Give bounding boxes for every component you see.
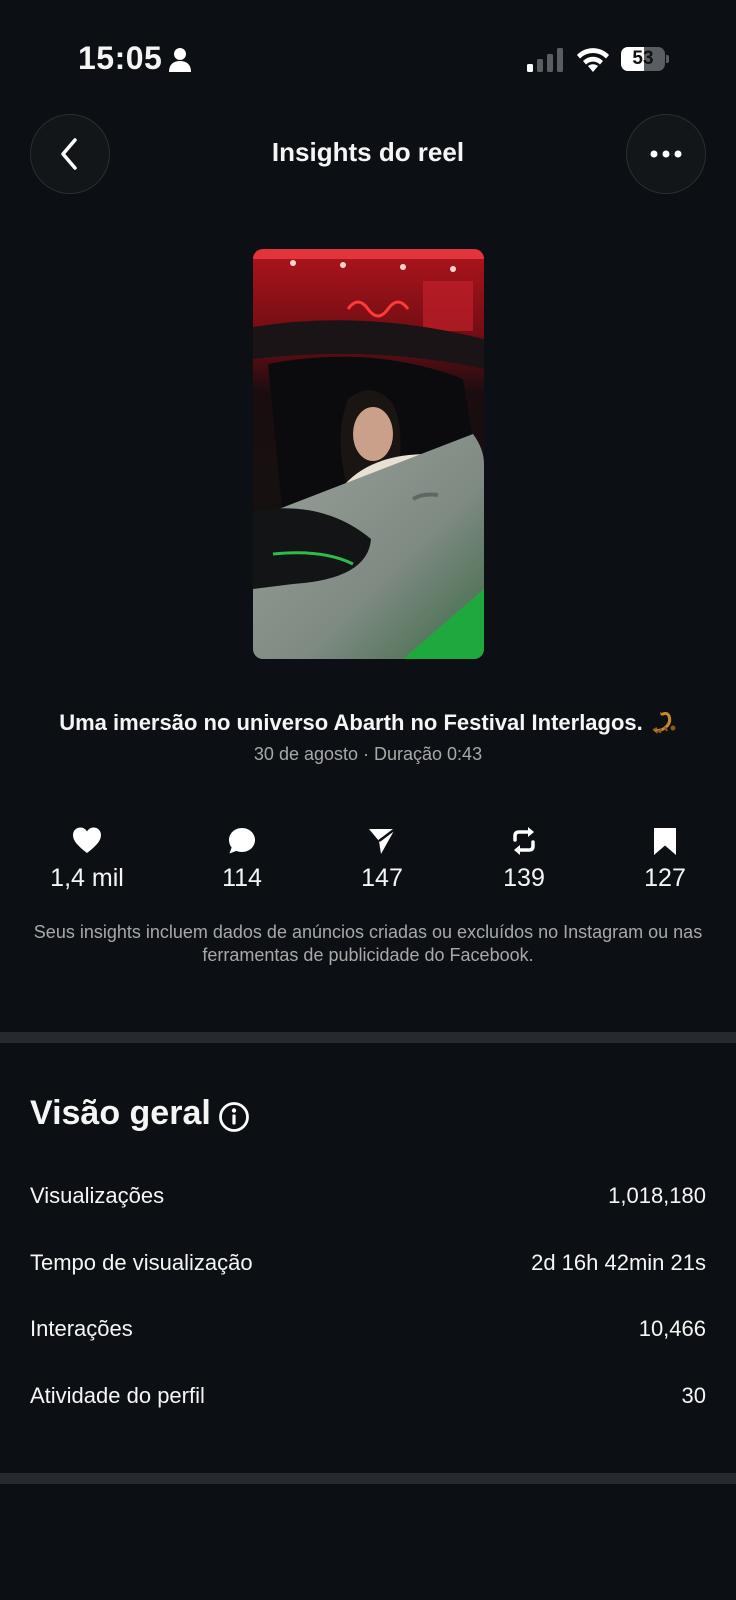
overview-title: Visão geral <box>30 1094 211 1132</box>
share-icon <box>369 828 396 854</box>
stat-comments: 114 <box>182 826 302 893</box>
overview-row-interactions[interactable]: Interações 10,466 <box>30 1309 706 1349</box>
stat-likes-value: 1,4 mil <box>50 864 124 892</box>
stat-saves-value: 127 <box>644 864 686 892</box>
wifi-icon <box>577 48 609 72</box>
stat-likes: 1,4 mil <box>27 826 147 893</box>
stat-reposts: 139 <box>464 826 584 893</box>
battery-nub <box>666 55 669 63</box>
reel-caption-text: Uma imersão no universo Abarth no Festiv… <box>59 710 643 735</box>
cellular-signal-icon <box>527 48 563 72</box>
overview-row-views: Visualizações 1,018,180 <box>30 1176 706 1216</box>
section-divider <box>0 1032 736 1043</box>
stat-saves: 127 <box>605 826 725 893</box>
overview-row-watch-time: Tempo de visualização 2d 16h 42min 21s <box>30 1243 706 1283</box>
overview-row-value: 1,018,180 <box>608 1183 706 1208</box>
reel-caption: Uma imersão no universo Abarth no Festiv… <box>20 710 716 736</box>
more-options-button[interactable] <box>626 114 706 194</box>
insights-disclaimer: Seus insights incluem dados de anúncios … <box>33 922 703 965</box>
stat-shares-value: 147 <box>361 864 403 892</box>
battery-icon: 53 <box>621 47 665 71</box>
section-divider <box>0 1473 736 1484</box>
battery-level: 53 <box>632 48 654 69</box>
reel-thumbnail-image <box>253 249 484 659</box>
reel-thumbnail[interactable] <box>253 249 484 659</box>
overview-row-value: 2d 16h 42min 21s <box>531 1250 706 1275</box>
battery-indicator: 53 <box>621 47 671 73</box>
overview-row-profile-activity[interactable]: Atividade do perfil 30 <box>30 1376 706 1416</box>
person-icon <box>169 48 191 72</box>
status-time: 15:05 <box>78 40 163 76</box>
overview-row-label: Atividade do perfil <box>30 1383 205 1408</box>
overview-row-label: Visualizações <box>30 1183 165 1208</box>
more-horizontal-icon <box>650 150 682 158</box>
reel-meta: 30 de agosto · Duração 0:43 <box>253 744 483 764</box>
stat-shares: 147 <box>322 826 442 893</box>
stat-reposts-value: 139 <box>503 864 545 892</box>
bookmark-icon <box>654 828 676 855</box>
comment-icon <box>229 828 255 854</box>
overview-row-value: 30 <box>681 1383 706 1408</box>
overview-row-value: 10,466 <box>638 1316 706 1341</box>
repost-icon <box>513 827 535 855</box>
info-icon[interactable] <box>218 1101 250 1133</box>
overview-row-label: Interações <box>30 1316 133 1341</box>
stat-comments-value: 114 <box>222 864 262 892</box>
overview-row-label: Tempo de visualização <box>30 1250 253 1275</box>
heart-icon <box>73 827 101 853</box>
scorpion-icon <box>652 711 676 734</box>
